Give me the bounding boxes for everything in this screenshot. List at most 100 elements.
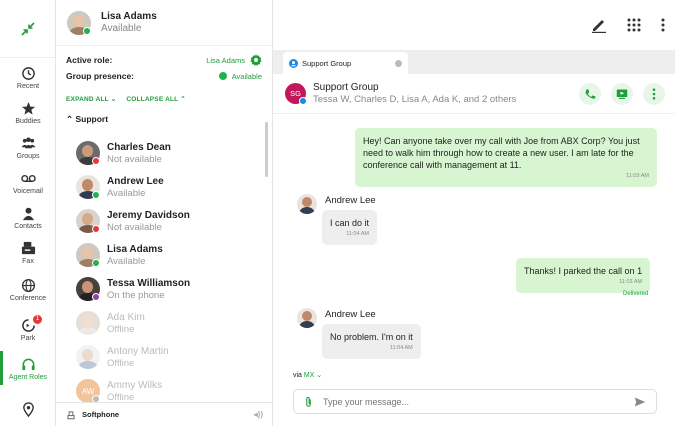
rail-label: Contacts: [14, 223, 42, 230]
group-presence-value[interactable]: Available: [232, 72, 262, 81]
rail-label: Conference: [9, 295, 47, 302]
attach-icon[interactable]: [304, 396, 313, 408]
add-call-button[interactable]: [579, 82, 601, 105]
send-via-selector[interactable]: via MX ⌄: [293, 371, 322, 379]
status-dot: [92, 225, 100, 233]
message-text: Thanks! I parked the call on 1: [524, 266, 643, 276]
active-role-label: Active role:: [66, 55, 113, 65]
contact-name: Charles Dean: [107, 141, 171, 153]
chat-participants[interactable]: Tessa W, Charles D, Lisa A, Ada K, and 2…: [313, 94, 516, 105]
gear-icon[interactable]: [250, 54, 262, 66]
rail-label: Fax: [22, 258, 34, 265]
softphone-label: Softphone: [82, 410, 120, 419]
tab-support-group[interactable]: Support Group: [283, 52, 408, 74]
rail-item-contacts[interactable]: Contacts: [0, 206, 56, 230]
sender-name: Andrew Lee: [325, 308, 376, 320]
rail-item-voicemail[interactable]: Voicemail: [0, 171, 56, 195]
message-bubble-incoming[interactable]: No problem. I'm on it 11:04 AM: [322, 324, 421, 359]
avatar: [67, 10, 91, 35]
rail-item-location[interactable]: [0, 402, 56, 419]
speaker-icon[interactable]: ◂)): [254, 410, 263, 419]
group-header-support[interactable]: ⌃ Support: [56, 103, 272, 125]
tab-label: Support Group: [302, 58, 352, 68]
location-pin-icon: [22, 402, 34, 417]
contact-status: On the phone: [107, 289, 165, 301]
contact-item[interactable]: Antony Martin Offline: [76, 345, 169, 369]
chat-title: Support Group: [313, 82, 379, 93]
avatar: [76, 141, 100, 165]
rail-item-agent-roles[interactable]: Agent Roles: [0, 351, 56, 385]
rail-item-park[interactable]: 1 Park: [0, 315, 56, 342]
rail-label: Voicemail: [13, 188, 43, 195]
contact-item[interactable]: Tessa Williamson On the phone: [76, 277, 190, 301]
group-chat-icon: [289, 58, 298, 68]
contact-status: Not available: [107, 221, 162, 233]
screen-share-button[interactable]: [611, 82, 633, 105]
status-dot: [92, 157, 100, 165]
star-icon: [21, 101, 35, 115]
chat-area: Support Group SG Support Group Tessa W, …: [273, 0, 675, 426]
group-avatar: SG: [285, 83, 307, 105]
contact-status: Offline: [107, 391, 135, 403]
rail-item-groups[interactable]: Groups: [0, 136, 56, 160]
minimize-button[interactable]: [0, 0, 55, 58]
contact-item[interactable]: Lisa Adams Available: [76, 243, 163, 267]
collapse-all-button[interactable]: COLLAPSE ALL ⌃: [126, 95, 186, 103]
message-bubble-outgoing[interactable]: Thanks! I parked the call on 1 11:03 AM: [516, 258, 651, 293]
chat-more-button[interactable]: [643, 82, 665, 105]
message-text: No problem. I'm on it: [330, 332, 413, 342]
message-input[interactable]: [323, 396, 634, 407]
rail-item-conference[interactable]: Conference: [0, 278, 56, 302]
message-time: 11:03 AM: [626, 173, 649, 179]
message-composer: [293, 389, 657, 414]
rail-label: Recent: [16, 83, 40, 90]
my-status: Available: [101, 23, 142, 34]
contact-name: Andrew Lee: [107, 175, 164, 187]
rail-item-fax[interactable]: Fax: [0, 241, 56, 265]
softphone-icon: [67, 410, 75, 419]
avatar: [76, 243, 100, 267]
phone-add-icon: [585, 89, 596, 99]
expand-all-button[interactable]: EXPAND ALL ⌄: [66, 95, 116, 103]
screen-share-icon: [616, 89, 628, 99]
contact-name: Lisa Adams: [107, 243, 163, 255]
compose-icon[interactable]: [591, 17, 607, 33]
my-presence[interactable]: Lisa Adams Available: [56, 0, 272, 46]
close-tab-icon[interactable]: [395, 59, 402, 67]
rail-item-recent[interactable]: Recent: [0, 66, 56, 90]
rail-label: Agent Roles: [8, 374, 48, 381]
avatar: [76, 311, 100, 335]
contact-item[interactable]: Charles Dean Not available: [76, 141, 171, 165]
contact-item[interactable]: Ada Kim Offline: [76, 311, 145, 335]
headset-icon: [21, 358, 35, 371]
apps-grid-icon[interactable]: [627, 18, 641, 32]
contact-item[interactable]: Andrew Lee Available: [76, 175, 164, 199]
message-bubble-incoming[interactable]: I can do it 11:04 AM: [322, 210, 378, 245]
nav-rail: Recent Buddies Groups Voicemail Contacts…: [0, 0, 56, 426]
message-bubble-outgoing[interactable]: Hey! Can anyone take over my call with J…: [355, 128, 657, 187]
rail-label: Groups: [16, 153, 40, 160]
contact-item[interactable]: Jeremy Davidson Not available: [76, 209, 190, 233]
group-presence-label: Group presence:: [66, 71, 135, 81]
my-name: Lisa Adams: [101, 11, 157, 22]
avatar: [76, 277, 100, 301]
active-role-value[interactable]: Lisa Adams: [206, 56, 245, 65]
more-vertical-icon[interactable]: [661, 18, 665, 32]
sender-name: Andrew Lee: [325, 194, 376, 206]
avatar: [297, 308, 317, 328]
rail-item-buddies[interactable]: Buddies: [0, 101, 56, 125]
groups-icon: [20, 137, 36, 149]
softphone-bar[interactable]: Softphone ◂)): [56, 402, 273, 426]
status-dot: [92, 293, 100, 301]
scrollbar[interactable]: [265, 122, 268, 177]
avatar: AW: [76, 379, 100, 403]
send-icon[interactable]: [634, 396, 646, 408]
contact-status: Offline: [107, 323, 135, 335]
via-value: MX: [303, 372, 315, 379]
active-role-row: Active role: Lisa Adams: [56, 52, 272, 68]
message-text: I can do it: [330, 218, 370, 228]
clock-icon: [21, 67, 35, 80]
contact-item[interactable]: AW Ammy Wilks Offline: [76, 379, 162, 403]
group-name: Support: [75, 114, 109, 124]
rail-label: Park: [20, 335, 36, 342]
